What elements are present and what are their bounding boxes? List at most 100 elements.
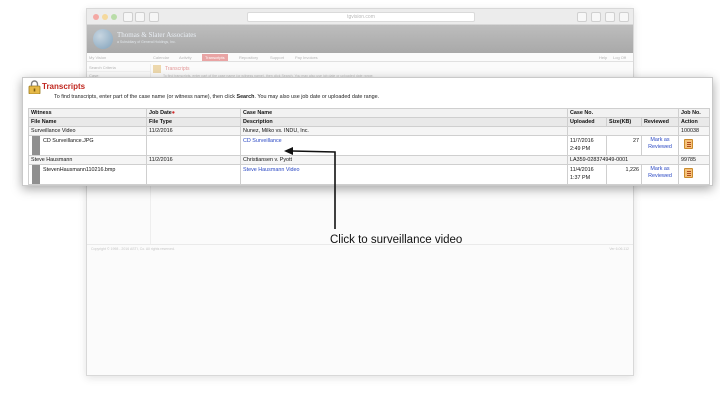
background-section-title: Transcripts: [165, 66, 190, 72]
menu-help[interactable]: Help: [599, 55, 607, 60]
case-no-cell: LA359-028374949-0001: [567, 155, 679, 165]
file-name-cell: StevenHausmann110216.bmp: [28, 164, 147, 185]
screenshot-stage: tgvision.com Thomas & Slater Associates …: [0, 0, 720, 405]
job-date-cell: 11/2/2016: [146, 126, 241, 136]
file-type-cell: [146, 164, 241, 185]
sidebar-toggle-button[interactable]: [149, 12, 159, 22]
hint-text-end: . You may also use job date or uploaded …: [254, 94, 380, 100]
steve-hausmann-video-link[interactable]: Steve Hausmann Video: [243, 167, 300, 173]
description-cell: CD Surveillance: [240, 135, 568, 156]
search-criteria-label: Search Criteria: [87, 64, 150, 72]
hint-text-start: To find transcripts, enter part of the c…: [54, 94, 237, 100]
file-type-cell: [146, 135, 241, 156]
close-window-dot[interactable]: [93, 14, 99, 20]
job-date-label: Job Date: [149, 110, 172, 116]
new-tab-icon[interactable]: [619, 12, 629, 22]
share-icon[interactable]: [591, 12, 601, 22]
case-name-cell: Nunez, Milko vs. INDU, Inc.: [240, 126, 568, 136]
size-cell: 27: [606, 135, 642, 156]
col-reviewed[interactable]: Reviewed: [641, 117, 679, 127]
download-icon[interactable]: [577, 12, 587, 22]
address-bar[interactable]: tgvision.com: [247, 12, 475, 22]
menu-transcripts[interactable]: Transcripts: [202, 54, 228, 61]
minimize-window-dot[interactable]: [102, 14, 108, 20]
back-button[interactable]: [123, 12, 133, 22]
forward-button[interactable]: [135, 12, 145, 22]
hint-search-word: Search: [236, 94, 255, 100]
reviewed-text: Reviewed: [648, 173, 672, 179]
col-case-no[interactable]: Case No.: [567, 108, 679, 118]
pdf-document-icon[interactable]: [684, 168, 693, 178]
job-date-cell: 11/2/2016: [146, 155, 241, 165]
uploaded-time: 2:49 PM: [570, 146, 591, 152]
col-file-type[interactable]: File Type: [146, 117, 241, 127]
col-job-date[interactable]: Job Date●: [146, 108, 241, 118]
sort-indicator-icon: ●: [171, 110, 176, 116]
case-name-cell: Christiansen v. Pyott: [240, 155, 568, 165]
size-cell: 1,226: [606, 164, 642, 185]
witness-cell: Surveillance Video: [28, 126, 147, 136]
callout-text: Click to surveillance video: [330, 234, 463, 246]
col-uploaded[interactable]: Uploaded: [567, 117, 607, 127]
transcripts-zoom-panel: Transcripts To find transcripts, enter p…: [22, 77, 713, 186]
uploaded-time: 1:37 PM: [570, 175, 591, 181]
job-no-cell: 99785: [678, 155, 710, 165]
lock-icon: [28, 80, 41, 94]
background-browser-window: tgvision.com Thomas & Slater Associates …: [86, 8, 634, 376]
uploaded-cell: 11/7/2016 2:49 PM: [567, 135, 607, 156]
transcripts-table: Witness Job Date● Case Name Case No. Job…: [28, 108, 710, 185]
pdf-document-icon[interactable]: [684, 139, 693, 149]
file-name-cell: CD Surveillance.JPG: [28, 135, 147, 156]
mark-as-text: Mark as: [650, 166, 670, 172]
site-banner: Thomas & Slater Associates a Subsidiary …: [87, 25, 633, 53]
mark-reviewed-link[interactable]: Mark as Reviewed: [641, 164, 679, 185]
header-row-primary: Witness Job Date● Case Name Case No. Job…: [28, 108, 710, 118]
panel-hint: To find transcripts, enter part of the c…: [54, 94, 379, 100]
file-thumbnail: [32, 165, 40, 184]
col-file-name[interactable]: File Name: [28, 117, 147, 127]
menu-activity[interactable]: Activity: [179, 55, 192, 60]
file-thumbnail: [32, 136, 40, 155]
case-no-cell: [567, 126, 679, 136]
mark-reviewed-link[interactable]: Mark as Reviewed: [641, 135, 679, 156]
version-text: Ver 6.06.112: [609, 247, 629, 251]
menu-repository[interactable]: Repository: [239, 55, 258, 60]
site-logo-subtitle: a Subsidiary of General Holdings, Inc.: [117, 40, 176, 44]
witness-cell: Steve Hausmann: [28, 155, 147, 165]
job-no-cell: 100038: [678, 126, 710, 136]
menu-calendar[interactable]: Calendar: [153, 55, 169, 60]
site-menu-bar: My Vision Calendar Activity Transcripts …: [87, 53, 633, 62]
menu-log-off[interactable]: Log Off: [613, 55, 626, 60]
col-witness[interactable]: Witness: [28, 108, 147, 118]
uploaded-cell: 11/4/2016 1:37 PM: [567, 164, 607, 185]
transcripts-small-icon: [153, 65, 161, 73]
col-description[interactable]: Description: [240, 117, 568, 127]
col-action[interactable]: Action: [678, 117, 710, 127]
site-logo-title: Thomas & Slater Associates: [117, 31, 197, 39]
table-row: Surveillance Video 11/2/2016 Nunez, Milk…: [28, 126, 710, 136]
cd-surveillance-link[interactable]: CD Surveillance: [243, 138, 282, 144]
table-row: Steve Hausmann 11/2/2016 Christiansen v.…: [28, 155, 710, 165]
uploaded-date: 11/7/2016: [570, 138, 594, 144]
zoom-window-dot[interactable]: [111, 14, 117, 20]
menu-pay-invoices[interactable]: Pay Invoices: [295, 55, 318, 60]
globe-logo-icon: [93, 29, 113, 49]
table-row: StevenHausmann110216.bmp Steve Hausmann …: [28, 164, 710, 185]
mark-as-text: Mark as: [650, 137, 670, 143]
copyright-text: Copyright © 1998 - 2016 ASTI, Co. All ri…: [91, 247, 175, 251]
header-row-secondary: File Name File Type Description Uploaded…: [28, 117, 710, 127]
description-cell: Steve Hausmann Video: [240, 164, 568, 185]
action-cell: [678, 135, 710, 156]
uploaded-date: 11/4/2016: [570, 167, 594, 173]
col-size[interactable]: Size(KB): [606, 117, 642, 127]
tabs-icon[interactable]: [605, 12, 615, 22]
menu-my-vision[interactable]: My Vision: [89, 55, 106, 60]
action-cell: [678, 164, 710, 185]
menu-support[interactable]: Support: [270, 55, 284, 60]
col-job-no[interactable]: Job No.: [678, 108, 710, 118]
file-name-text: CD Surveillance.JPG: [43, 138, 94, 144]
col-case-name[interactable]: Case Name: [240, 108, 568, 118]
table-row: CD Surveillance.JPG CD Surveillance 11/7…: [28, 135, 710, 156]
reviewed-text: Reviewed: [648, 144, 672, 150]
file-name-text: StevenHausmann110216.bmp: [43, 167, 116, 173]
